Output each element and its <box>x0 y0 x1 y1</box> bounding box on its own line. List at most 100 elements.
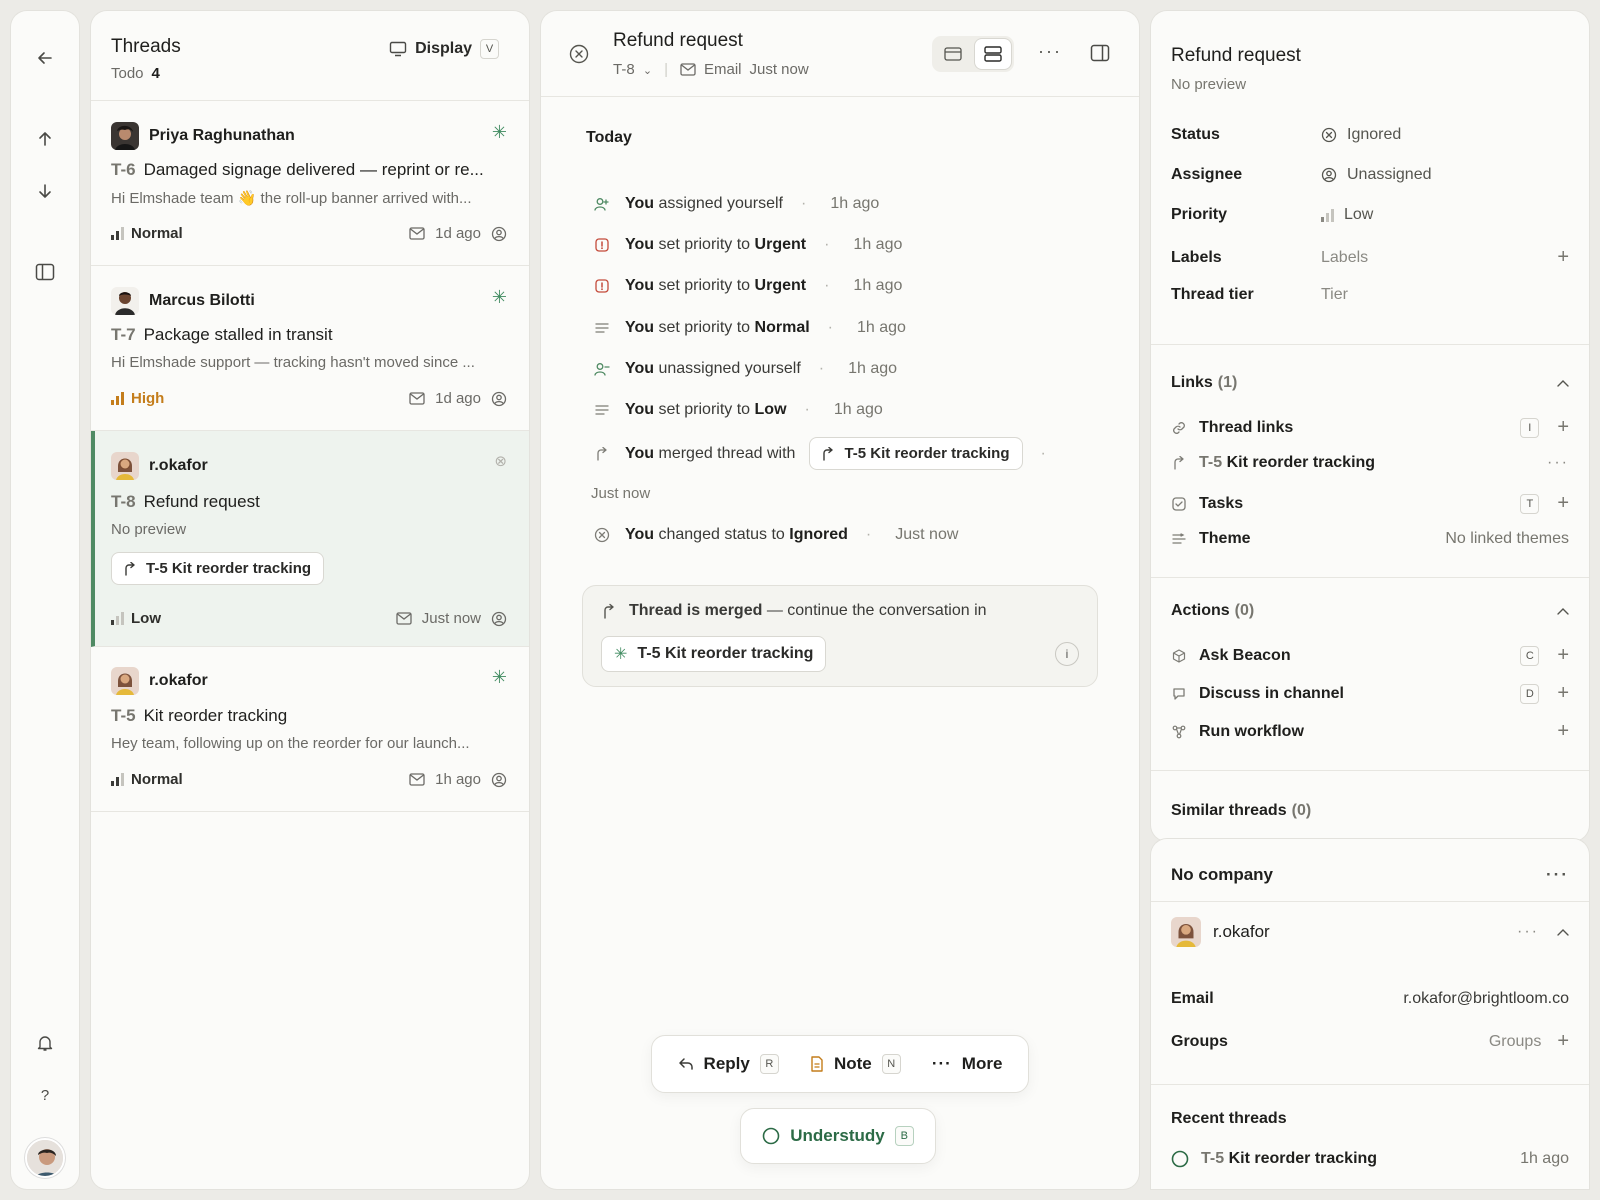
add-task-icon[interactable]: + <box>1557 492 1569 515</box>
urgent-priority-icon <box>593 279 611 293</box>
user-avatar[interactable] <box>25 1138 65 1178</box>
threads-header: Threads Todo 4 Display V <box>91 11 529 101</box>
property-key: Labels <box>1171 248 1222 266</box>
tier-property[interactable]: Thread tier Tier <box>1171 286 1569 304</box>
back-arrow-icon[interactable] <box>11 40 79 76</box>
email-value[interactable]: r.okafor@brightloom.co <box>1403 990 1569 1008</box>
chevron-up-icon[interactable] <box>1557 374 1569 392</box>
ask-beacon-row[interactable]: Ask Beacon C + <box>1171 644 1569 667</box>
assignee-property[interactable]: Assignee Unassigned <box>1171 166 1569 184</box>
event-value: Urgent <box>754 236 807 253</box>
sidebar-toggle-icon[interactable] <box>11 254 79 290</box>
event-text: set priority to <box>658 401 751 418</box>
thread-card[interactable]: Marcus Bilotti ✳ T-7 Package stalled in t… <box>91 266 529 431</box>
thread-card[interactable]: r.okafor ✳ T-5 Kit reorder tracking Hey t… <box>91 647 529 812</box>
linked-thread-row[interactable]: T-5 Kit reorder tracking ··· <box>1171 454 1569 472</box>
timeline-event: You set priority to Urgent · 1h ago <box>593 277 902 295</box>
add-label-icon[interactable]: + <box>1557 246 1569 269</box>
thread-time: 1d ago <box>435 390 481 407</box>
separator: · <box>804 401 810 418</box>
merged-thread-chip[interactable]: T-5 Kit reorder tracking <box>809 437 1023 470</box>
priority-badge: Normal <box>111 225 183 242</box>
user-circle-icon[interactable] <box>491 391 507 407</box>
chevron-up-icon[interactable] <box>1557 923 1569 941</box>
add-link-icon[interactable]: + <box>1557 416 1569 439</box>
timeline-event: You unassigned yourself · 1h ago <box>593 360 897 378</box>
status-value: Ignored <box>1347 126 1402 143</box>
recent-thread-row[interactable]: T-5 Kit reorder tracking 1h ago <box>1171 1150 1569 1168</box>
timeline-day-label: Today <box>586 129 632 146</box>
shortcut-key: C <box>1520 645 1540 666</box>
contact-row[interactable]: r.okafor ··· <box>1171 917 1569 947</box>
understudy-button[interactable]: Understudy B <box>740 1108 936 1164</box>
continue-thread-chip[interactable]: ✳ T-5 Kit reorder tracking <box>601 636 827 672</box>
thread-links-row[interactable]: Thread links I + <box>1171 416 1569 439</box>
arrow-up-icon[interactable] <box>11 121 79 157</box>
user-circle-icon <box>1321 167 1337 183</box>
chevron-up-icon[interactable] <box>1557 602 1569 620</box>
bell-icon[interactable] <box>11 1025 79 1061</box>
user-circle-icon[interactable] <box>491 611 507 627</box>
event-time: 1h ago <box>848 360 898 377</box>
event-text: unassigned yourself <box>658 360 801 377</box>
add-icon[interactable]: + <box>1557 720 1569 743</box>
more-options-icon[interactable]: ··· <box>1517 923 1539 941</box>
sparkle-icon: ✳ <box>614 646 628 663</box>
arrow-down-icon[interactable] <box>11 173 79 209</box>
run-workflow-row[interactable]: Run workflow + <box>1171 720 1569 743</box>
note-icon <box>811 1056 823 1072</box>
event-actor: You <box>625 277 655 294</box>
conversation-meta: T-8 ⌄ | Email Just now <box>613 61 809 78</box>
info-icon[interactable]: i <box>1055 642 1079 666</box>
user-circle-icon[interactable] <box>491 226 507 242</box>
split-view-icon[interactable] <box>974 39 1011 69</box>
thread-id-dropdown[interactable]: T-8 ⌄ <box>613 61 652 78</box>
thread-title: T-6 Damaged signage delivered — reprint o… <box>111 160 511 180</box>
more-button[interactable]: ··· More <box>932 1054 1003 1074</box>
cube-icon <box>1171 648 1187 663</box>
threads-filter[interactable]: Todo 4 <box>111 65 160 82</box>
details-subtitle: No preview <box>1171 76 1247 93</box>
linked-thread-chip[interactable]: T-5 Kit reorder tracking <box>111 552 325 585</box>
actions-section-header[interactable]: Actions (0) <box>1171 602 1569 620</box>
timeline-event: You assigned yourself · 1h ago <box>593 195 879 213</box>
labels-property[interactable]: Labels Labels + <box>1171 246 1569 269</box>
understudy-label: Understudy <box>790 1126 885 1145</box>
close-thread-icon[interactable] <box>569 44 589 68</box>
status-property[interactable]: Status Ignored <box>1171 126 1569 144</box>
priority-lines-icon <box>593 322 611 334</box>
discuss-row[interactable]: Discuss in channel D + <box>1171 682 1569 705</box>
add-icon[interactable]: + <box>1557 644 1569 667</box>
similar-threads-header[interactable]: Similar threads (0) <box>1171 802 1569 820</box>
links-section-header[interactable]: Links (1) <box>1171 374 1569 392</box>
row-label: Thread links <box>1199 418 1294 436</box>
avatar <box>111 122 139 150</box>
more-options-icon[interactable]: ··· <box>1038 41 1062 62</box>
thread-card[interactable]: Priya Raghunathan ✳ T-6 Damaged signage d… <box>91 101 529 266</box>
understudy-shortcut: B <box>894 1126 914 1146</box>
divider <box>1151 901 1589 902</box>
event-value: Ignored <box>789 526 848 543</box>
more-options-icon[interactable]: ··· <box>1546 865 1569 885</box>
add-group-icon[interactable]: + <box>1557 1030 1569 1053</box>
add-icon[interactable]: + <box>1557 682 1569 705</box>
priority-property[interactable]: Priority Low <box>1171 206 1569 224</box>
reply-button[interactable]: Reply R <box>678 1054 779 1074</box>
workflow-icon <box>1171 725 1187 739</box>
note-button[interactable]: Note N <box>810 1054 901 1074</box>
display-button[interactable]: Display V <box>389 39 499 59</box>
priority-lines-icon <box>593 404 611 416</box>
more-options-icon[interactable]: ··· <box>1547 454 1569 472</box>
tasks-row[interactable]: Tasks T + <box>1171 492 1569 515</box>
conversation-panel: Refund request T-8 ⌄ | Email Just now ··… <box>541 11 1139 1189</box>
help-icon[interactable]: ? <box>11 1077 79 1113</box>
section-title: Recent threads <box>1171 1110 1287 1127</box>
single-view-icon[interactable] <box>935 39 972 69</box>
user-circle-icon[interactable] <box>491 772 507 788</box>
groups-property[interactable]: Groups Groups + <box>1171 1030 1569 1053</box>
event-actor: You <box>625 444 655 462</box>
theme-row[interactable]: Theme No linked themes <box>1171 530 1569 548</box>
side-panel-toggle-icon[interactable] <box>1090 44 1110 66</box>
chevron-down-icon: ⌄ <box>642 65 653 77</box>
thread-card-selected[interactable]: r.okafor ⊗ T-8 Refund request No preview … <box>91 431 529 647</box>
